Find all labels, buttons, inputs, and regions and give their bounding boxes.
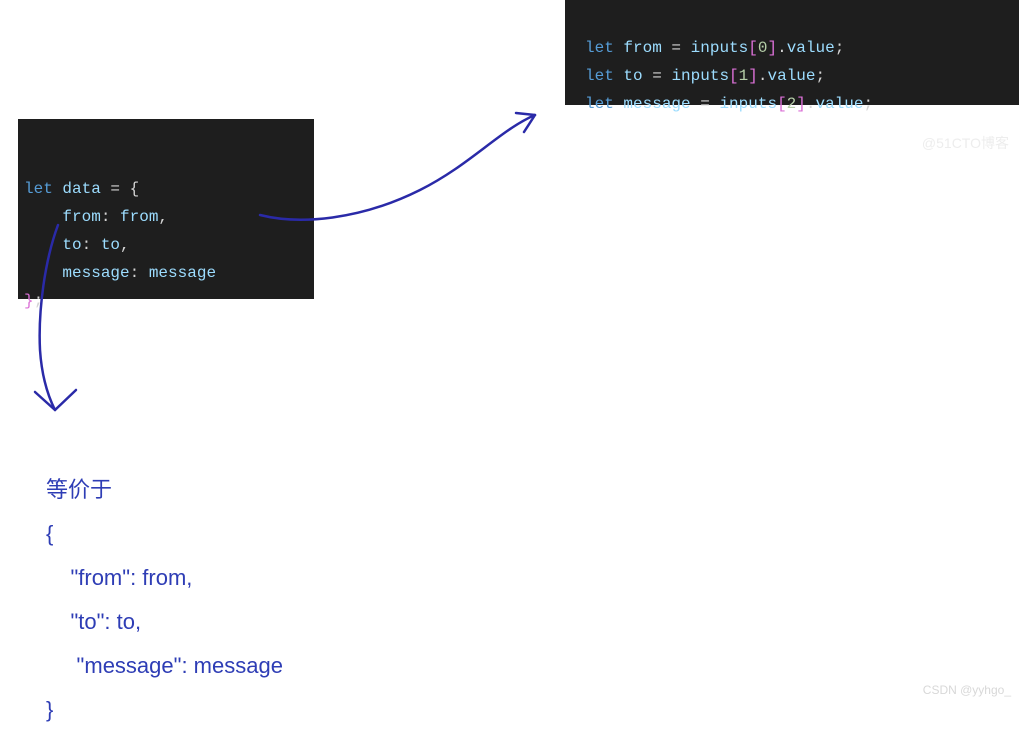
equiv-brace-close: } bbox=[46, 697, 53, 722]
semicolon: ; bbox=[864, 95, 874, 113]
key-to: to bbox=[62, 236, 81, 254]
var-to: to bbox=[623, 67, 642, 85]
operator-equals: = bbox=[691, 95, 720, 113]
equiv-title: 等价于 bbox=[46, 477, 112, 502]
comma: , bbox=[158, 208, 168, 226]
code-snippet-inputs: let from = inputs[0].value; let to = inp… bbox=[565, 0, 1019, 105]
operator-equals: = bbox=[101, 180, 130, 198]
watermark-51cto: @51CTO博客 bbox=[922, 133, 1009, 153]
equiv-line-message: "message": message bbox=[46, 653, 283, 678]
colon: : bbox=[82, 236, 101, 254]
prop-value: value bbox=[816, 95, 864, 113]
equiv-brace-open: { bbox=[46, 521, 53, 546]
var-inputs: inputs bbox=[671, 67, 729, 85]
indent bbox=[24, 236, 62, 254]
dot: . bbox=[777, 39, 787, 57]
semicolon: ; bbox=[816, 67, 826, 85]
bracket-close: ] bbox=[767, 39, 777, 57]
var-data: data bbox=[62, 180, 100, 198]
brace-close: } bbox=[24, 292, 34, 310]
operator-equals: = bbox=[662, 39, 691, 57]
arrow-head-down bbox=[35, 390, 76, 410]
keyword-let: let bbox=[585, 39, 614, 57]
semicolon: ; bbox=[835, 39, 845, 57]
indent bbox=[24, 264, 62, 282]
watermark-csdn: CSDN @yyhgo_ bbox=[923, 683, 1011, 697]
semicolon: ; bbox=[34, 292, 44, 310]
equiv-line-from: "from": from, bbox=[46, 565, 192, 590]
var-inputs: inputs bbox=[691, 39, 749, 57]
brace-open: { bbox=[130, 180, 140, 198]
index-1: 1 bbox=[739, 67, 749, 85]
comma: , bbox=[120, 236, 130, 254]
bracket-close: ] bbox=[748, 67, 758, 85]
var-from: from bbox=[623, 39, 661, 57]
val-from: from bbox=[120, 208, 158, 226]
var-inputs: inputs bbox=[719, 95, 777, 113]
prop-value: value bbox=[767, 67, 815, 85]
index-2: 2 bbox=[787, 95, 797, 113]
indent bbox=[24, 208, 62, 226]
colon: : bbox=[101, 208, 120, 226]
keyword-let: let bbox=[585, 67, 614, 85]
bracket-open: [ bbox=[729, 67, 739, 85]
bracket-close: ] bbox=[796, 95, 806, 113]
arrow-head-right bbox=[516, 113, 535, 132]
val-message: message bbox=[149, 264, 216, 282]
keyword-let: let bbox=[24, 180, 53, 198]
dot: . bbox=[806, 95, 816, 113]
var-message: message bbox=[623, 95, 690, 113]
equivalent-json-block: 等价于 { "from": from, "to": to, "message":… bbox=[46, 424, 283, 732]
key-message: message bbox=[62, 264, 129, 282]
prop-value: value bbox=[787, 39, 835, 57]
keyword-let: let bbox=[585, 95, 614, 113]
bracket-open: [ bbox=[777, 95, 787, 113]
operator-equals: = bbox=[643, 67, 672, 85]
equiv-line-to: "to": to, bbox=[46, 609, 141, 634]
code-snippet-data-object: let data = { from: from, to: to, message… bbox=[18, 119, 314, 299]
key-from: from bbox=[62, 208, 100, 226]
val-to: to bbox=[101, 236, 120, 254]
colon: : bbox=[130, 264, 149, 282]
bracket-open: [ bbox=[748, 39, 758, 57]
